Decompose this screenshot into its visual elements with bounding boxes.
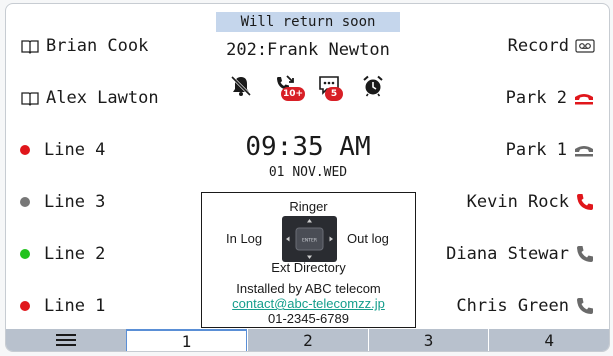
book-icon: [20, 90, 40, 106]
left-key-label: Line 1: [44, 296, 106, 316]
installer-info: Installed by ABC telecom: [236, 281, 381, 296]
park-idle-icon: [573, 142, 595, 158]
left-key-1[interactable]: Brian Cook: [20, 26, 148, 66]
phone-screen: Brian Cook Alex Lawton Line 4 Line 3 Lin…: [5, 3, 610, 352]
line-status-dot: [20, 197, 30, 207]
right-key-4[interactable]: Kevin Rock: [467, 182, 595, 222]
tab-page-1[interactable]: 1: [125, 329, 248, 351]
left-key-6[interactable]: Line 1: [20, 286, 105, 326]
nav-left-label: In Log: [226, 231, 263, 246]
handset-red-icon: [575, 192, 595, 212]
left-key-5[interactable]: Line 2: [20, 234, 105, 274]
right-key-1[interactable]: Record: [508, 26, 595, 66]
right-key-label: Park 1: [505, 140, 567, 160]
left-key-4[interactable]: Line 3: [20, 182, 105, 222]
line-status-dot: [20, 145, 30, 155]
alarm-clock-icon[interactable]: [361, 74, 387, 104]
tab-label: 2: [303, 330, 313, 350]
navigation-guide: Ringer In Log Out log ENTER Ext Director…: [201, 192, 416, 328]
right-key-2[interactable]: Park 2: [506, 78, 595, 118]
left-key-label: Alex Lawton: [46, 88, 159, 108]
missed-calls-badge: 10+: [281, 87, 306, 101]
left-key-label: Line 2: [44, 244, 106, 264]
park-active-icon: [573, 90, 595, 106]
left-key-label: Brian Cook: [46, 36, 149, 56]
nav-right-label: Out log: [347, 231, 389, 246]
tab-menu[interactable]: [6, 329, 126, 351]
handset-icon: [575, 296, 595, 316]
tab-label: 4: [544, 330, 554, 350]
line-status-dot: [20, 301, 30, 311]
left-key-label: Line 3: [44, 192, 106, 212]
voicemail-icon: [575, 38, 595, 54]
nav-down-label: Ext Directory: [271, 260, 346, 275]
right-key-label: Diana Stewar: [446, 244, 569, 264]
book-icon: [20, 38, 40, 54]
messages-badge: 5: [325, 87, 343, 101]
nav-up-label: Ringer: [289, 199, 328, 214]
page-tabs: 1 2 3 4: [6, 329, 609, 351]
tab-label: 3: [423, 330, 434, 350]
support-phone: 01-2345-6789: [268, 311, 349, 326]
tab-page-3[interactable]: 3: [367, 329, 489, 351]
menu-icon: [55, 334, 76, 346]
right-key-label: Kevin Rock: [466, 192, 569, 212]
navigation-pad-icon[interactable]: ENTER: [282, 216, 337, 262]
right-key-6[interactable]: Chris Green: [456, 286, 595, 326]
clock-date: 01 NOV.WED: [268, 165, 348, 180]
right-key-label: Record: [507, 36, 569, 56]
enter-key-label: ENTER: [302, 238, 317, 244]
right-key-3[interactable]: Park 1: [506, 130, 595, 170]
ringer-off-icon[interactable]: [229, 74, 255, 104]
extension-label: 202:Frank Newton: [226, 40, 390, 60]
tab-label: 1: [181, 331, 192, 351]
messages-icon[interactable]: 5: [317, 74, 343, 104]
missed-calls-icon[interactable]: 10+: [273, 74, 306, 104]
line-status-dot: [20, 249, 30, 259]
tab-page-2[interactable]: 2: [247, 329, 368, 351]
tab-page-4[interactable]: 4: [488, 329, 609, 351]
left-key-label: Line 4: [44, 140, 106, 160]
left-key-2[interactable]: Alex Lawton: [20, 78, 159, 118]
right-key-5[interactable]: Diana Stewar: [446, 234, 595, 274]
contact-email-link[interactable]: contact@abc-telecomzz.jp: [202, 296, 415, 311]
left-key-3[interactable]: Line 4: [20, 130, 105, 170]
status-icons: 10+ 5: [220, 74, 396, 108]
right-key-label: Chris Green: [456, 296, 569, 316]
right-key-label: Park 2: [505, 88, 567, 108]
handset-icon: [575, 244, 595, 264]
clock-time: 09:35 AM: [245, 132, 371, 162]
status-banner: Will return soon: [216, 12, 400, 32]
